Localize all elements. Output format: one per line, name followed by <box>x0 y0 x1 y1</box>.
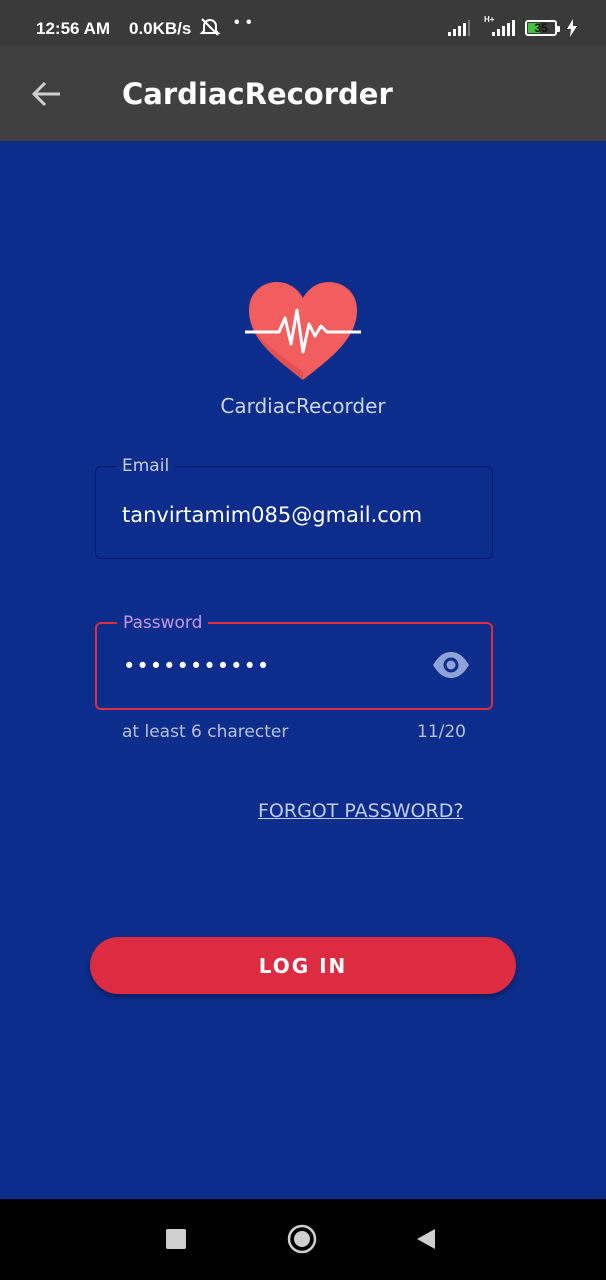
home-circle-icon[interactable] <box>287 1224 317 1254</box>
app-bar: CardiacRecorder <box>0 46 606 141</box>
arrow-left-icon[interactable] <box>30 76 66 112</box>
email-field[interactable]: Email tanvirtamim085@gmail.com <box>95 456 493 559</box>
system-nav-bar <box>0 1199 606 1280</box>
app-bar-title: CardiacRecorder <box>122 77 393 111</box>
more-dots-icon: • • <box>234 14 253 31</box>
battery-icon: 35 <box>525 20 560 36</box>
login-button[interactable]: LOG IN <box>90 937 516 994</box>
heart-pulse-icon <box>243 280 363 384</box>
back-triangle-icon[interactable] <box>415 1227 437 1251</box>
status-bar: 12:56 AM 0.0KB/s • • H+ 35 <box>0 0 606 46</box>
email-label: Email <box>116 456 176 476</box>
password-value[interactable]: ••••••••••• <box>123 654 270 678</box>
password-helper-text: at least 6 charecter <box>122 722 289 742</box>
forgot-password-link[interactable]: FORGOT PASSWORD? <box>258 800 463 822</box>
password-label: Password <box>117 613 209 633</box>
password-char-counter: 11/20 <box>417 722 466 742</box>
svg-text:H+: H+ <box>484 15 495 24</box>
signal-hplus-icon: H+ <box>484 14 516 41</box>
recents-square-icon[interactable] <box>166 1229 186 1249</box>
battery-level: 35 <box>534 21 548 35</box>
email-value[interactable]: tanvirtamim085@gmail.com <box>122 503 422 527</box>
password-field[interactable]: Password ••••••••••• <box>95 613 493 710</box>
mute-bell-icon <box>199 16 221 43</box>
network-speed: 0.0KB/s <box>129 19 192 38</box>
signal-icon <box>448 20 470 41</box>
charging-bolt-icon <box>566 19 578 42</box>
eye-icon[interactable] <box>431 650 471 680</box>
status-time: 12:56 AM <box>36 19 111 38</box>
app-name: CardiacRecorder <box>220 394 386 418</box>
